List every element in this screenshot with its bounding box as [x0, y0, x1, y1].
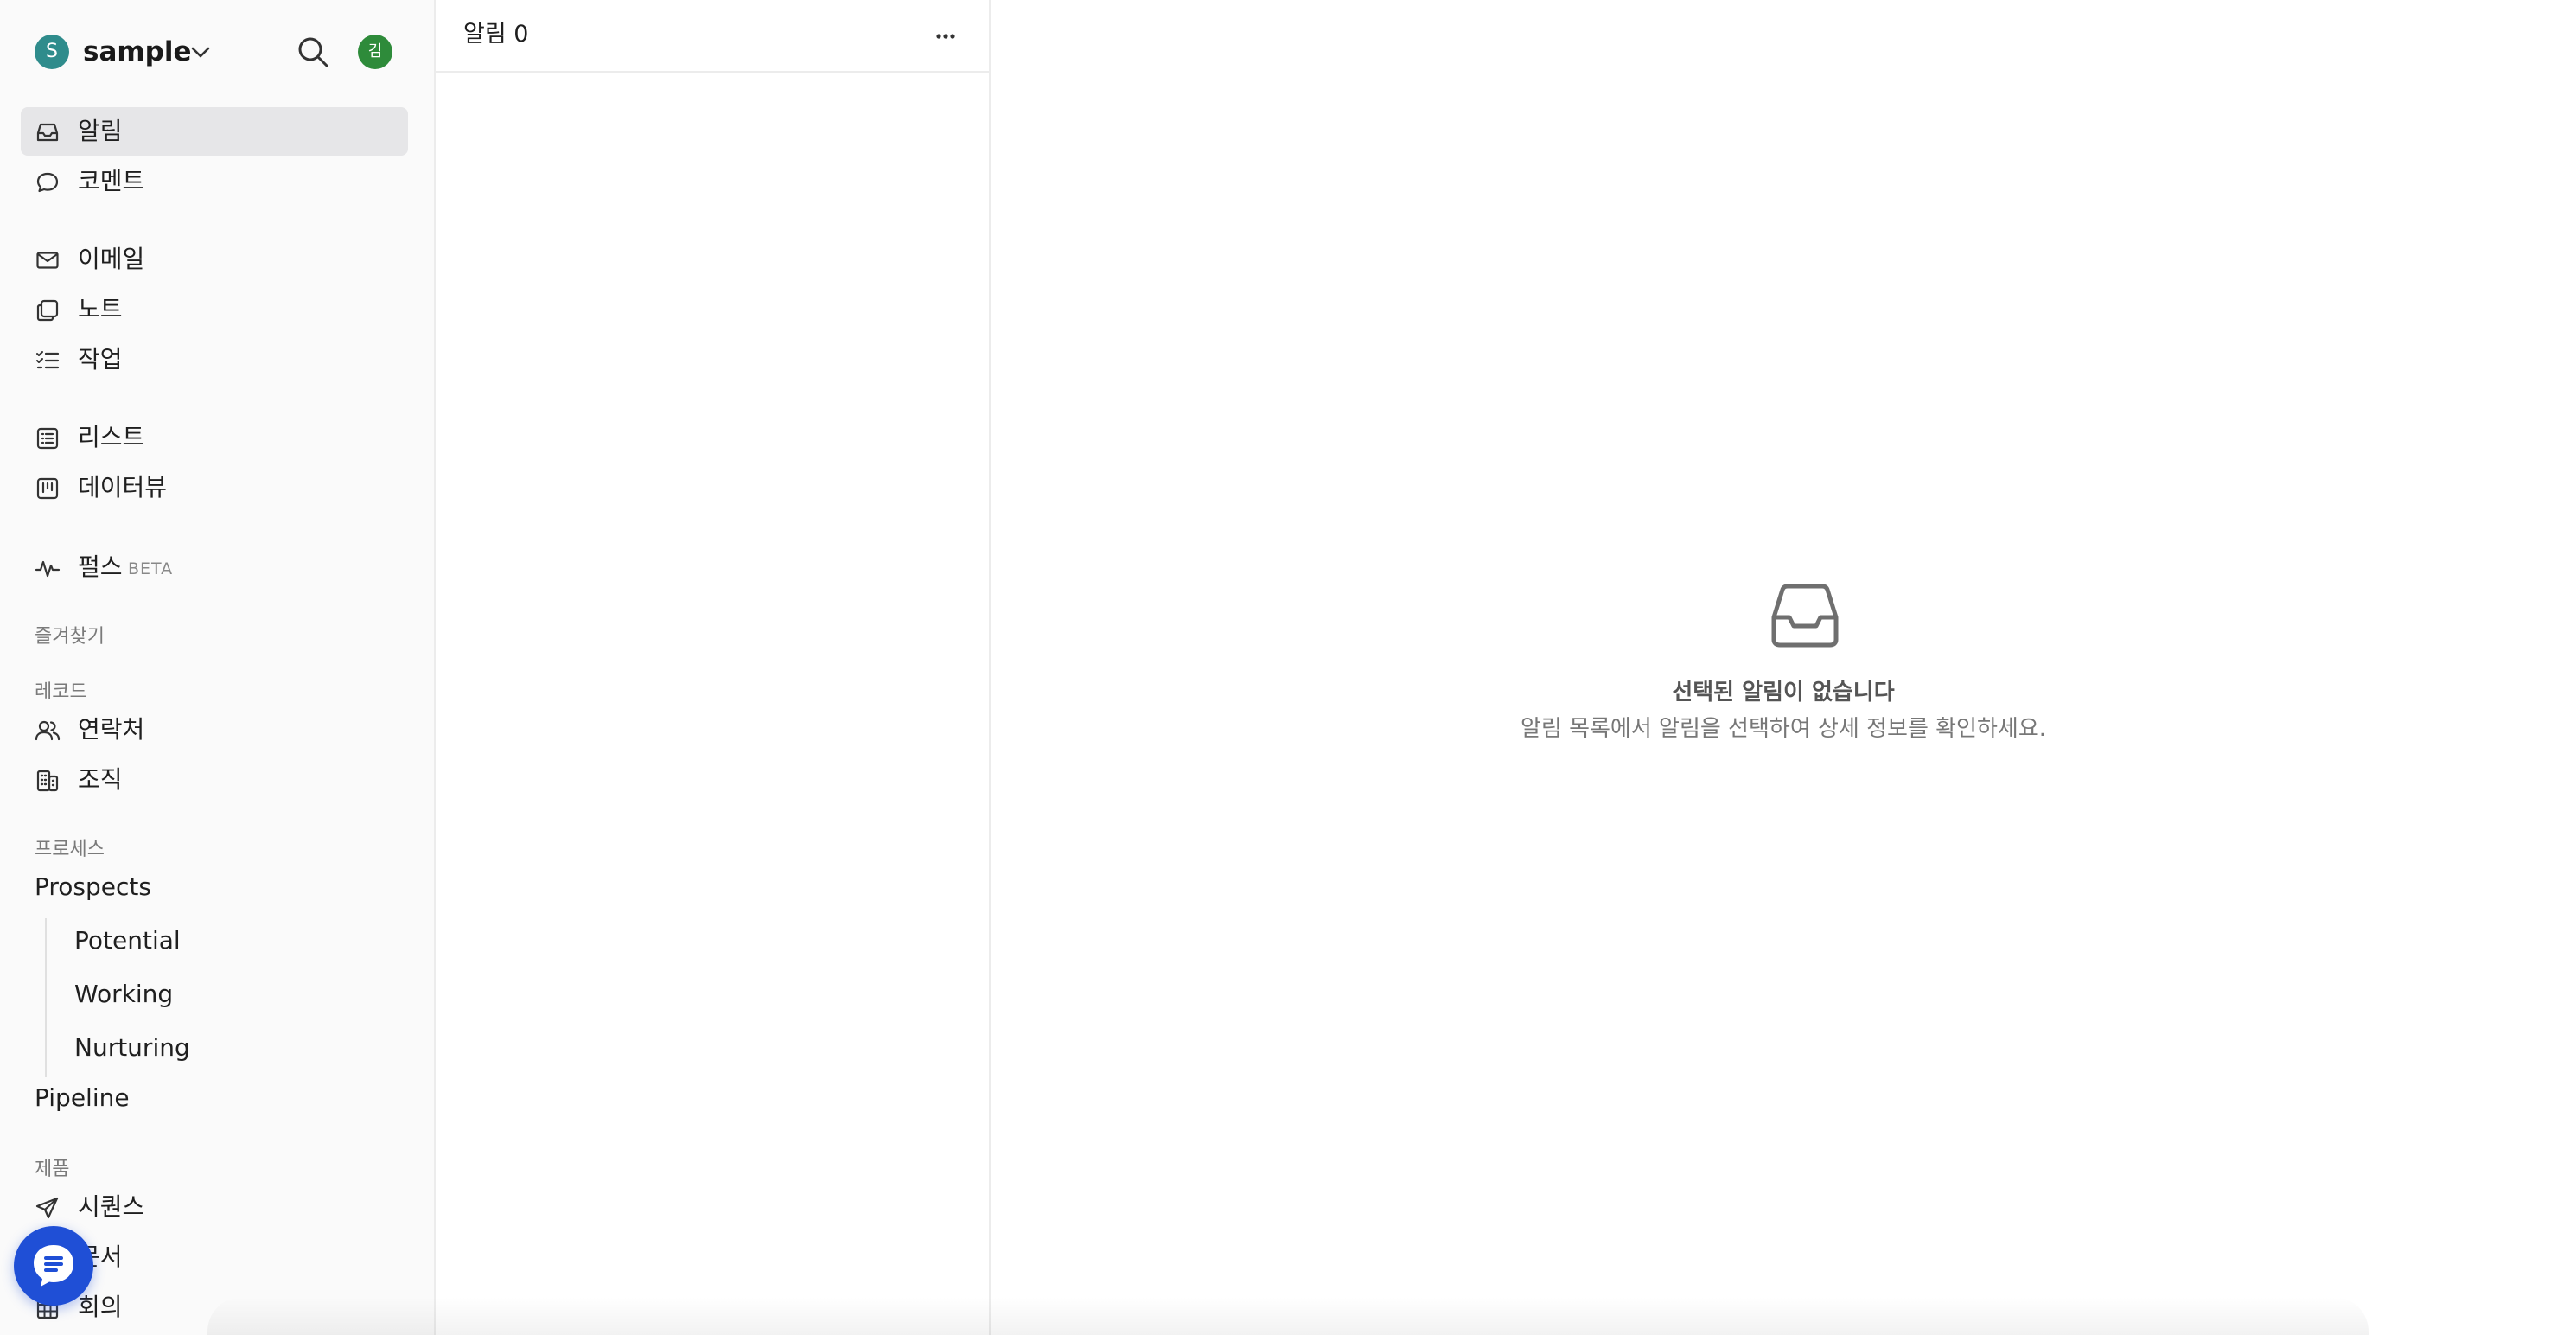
beta-badge: BETA	[128, 559, 174, 578]
dataview-icon	[36, 477, 59, 500]
note-icon	[36, 299, 59, 322]
sidebar: S sample 김 알림 코멘트 이메일 노트 작업 리스트 데이터뷰 펄스 …	[0, 0, 436, 1335]
sidebar-subitem-nurturing[interactable]: Nurturing	[74, 1031, 190, 1065]
chevron-down-icon[interactable]	[188, 42, 213, 62]
list-icon	[36, 427, 59, 450]
people-icon	[35, 720, 61, 741]
list-title: 알림 0	[463, 21, 529, 48]
sidebar-item-label: 조직	[78, 765, 123, 794]
sidebar-item-contacts[interactable]: 연락처	[21, 706, 408, 754]
sidebar-item-lists[interactable]: 리스트	[21, 413, 408, 462]
sidebar-item-pulse[interactable]: 펄스 BETA	[21, 543, 408, 591]
inbox-icon	[36, 123, 59, 142]
notification-list-pane: 알림 0	[436, 0, 991, 1335]
sidebar-item-label: 데이터뷰	[78, 473, 168, 501]
sidebar-item-label: 알림	[78, 117, 123, 145]
sidebar-item-sequences[interactable]: 시퀀스	[21, 1183, 408, 1231]
sidebar-item-tasks[interactable]: 작업	[21, 335, 408, 384]
sidebar-item-pipeline[interactable]: Pipeline	[35, 1081, 130, 1115]
user-avatar[interactable]: 김	[358, 35, 392, 69]
more-options-icon[interactable]	[928, 19, 963, 54]
sidebar-subitem-potential[interactable]: Potential	[74, 923, 181, 958]
workspace-avatar[interactable]: S	[35, 35, 69, 69]
sub-item-guide-line	[45, 918, 47, 1077]
empty-state-subtitle: 알림 목록에서 알림을 선택하여 상세 정보를 확인하세요.	[1520, 716, 2046, 742]
sidebar-item-dataview[interactable]: 데이터뷰	[21, 463, 408, 512]
sidebar-item-label: 코멘트	[78, 167, 145, 195]
sidebar-item-notes[interactable]: 노트	[21, 285, 408, 334]
sidebar-item-label: 이메일	[78, 245, 145, 273]
sidebar-item-label: 작업	[78, 345, 123, 374]
sidebar-item-label: 리스트	[78, 423, 145, 451]
mail-icon	[36, 252, 59, 269]
search-icon[interactable]	[294, 33, 332, 71]
sidebar-item-label: 노트	[78, 295, 123, 323]
send-icon	[35, 1197, 59, 1219]
workspace-header: S sample 김	[0, 0, 434, 104]
favorites-section-label[interactable]: 즐겨찾기	[35, 621, 105, 648]
sidebar-item-email[interactable]: 이메일	[21, 235, 408, 284]
sidebar-item-organizations[interactable]: 조직	[21, 756, 408, 804]
comment-icon	[36, 172, 59, 193]
sidebar-item-notifications[interactable]: 알림	[21, 107, 408, 156]
pulse-icon	[35, 560, 61, 578]
process-section-label: 프로세스	[35, 839, 105, 860]
chat-bubble-icon	[34, 1245, 73, 1287]
app-root: S sample 김 알림 코멘트 이메일 노트 작업 리스트 데이터뷰 펄스 …	[0, 0, 2576, 1335]
inbox-icon	[1771, 584, 1839, 648]
sidebar-subitem-working[interactable]: Working	[74, 977, 173, 1012]
sidebar-item-label: 연락처	[78, 715, 145, 744]
sidebar-item-comments[interactable]: 코멘트	[21, 157, 408, 206]
sidebar-item-prospects[interactable]: Prospects	[35, 870, 151, 904]
sidebar-item-label: 펄스	[78, 553, 123, 581]
building-icon	[36, 770, 59, 792]
products-section-label: 제품	[35, 1159, 70, 1180]
empty-state-title: 선택된 알림이 없습니다	[1672, 680, 1895, 706]
task-list-icon	[36, 351, 60, 369]
workspace-name[interactable]: sample	[83, 33, 192, 71]
chat-launcher-button[interactable]	[14, 1226, 93, 1306]
records-section-label: 레코드	[35, 681, 87, 703]
notification-detail-pane: 선택된 알림이 없습니다 알림 목록에서 알림을 선택하여 상세 정보를 확인하…	[991, 0, 2576, 1335]
list-header: 알림 0	[436, 0, 989, 73]
sidebar-item-label: 시퀀스	[78, 1192, 145, 1221]
